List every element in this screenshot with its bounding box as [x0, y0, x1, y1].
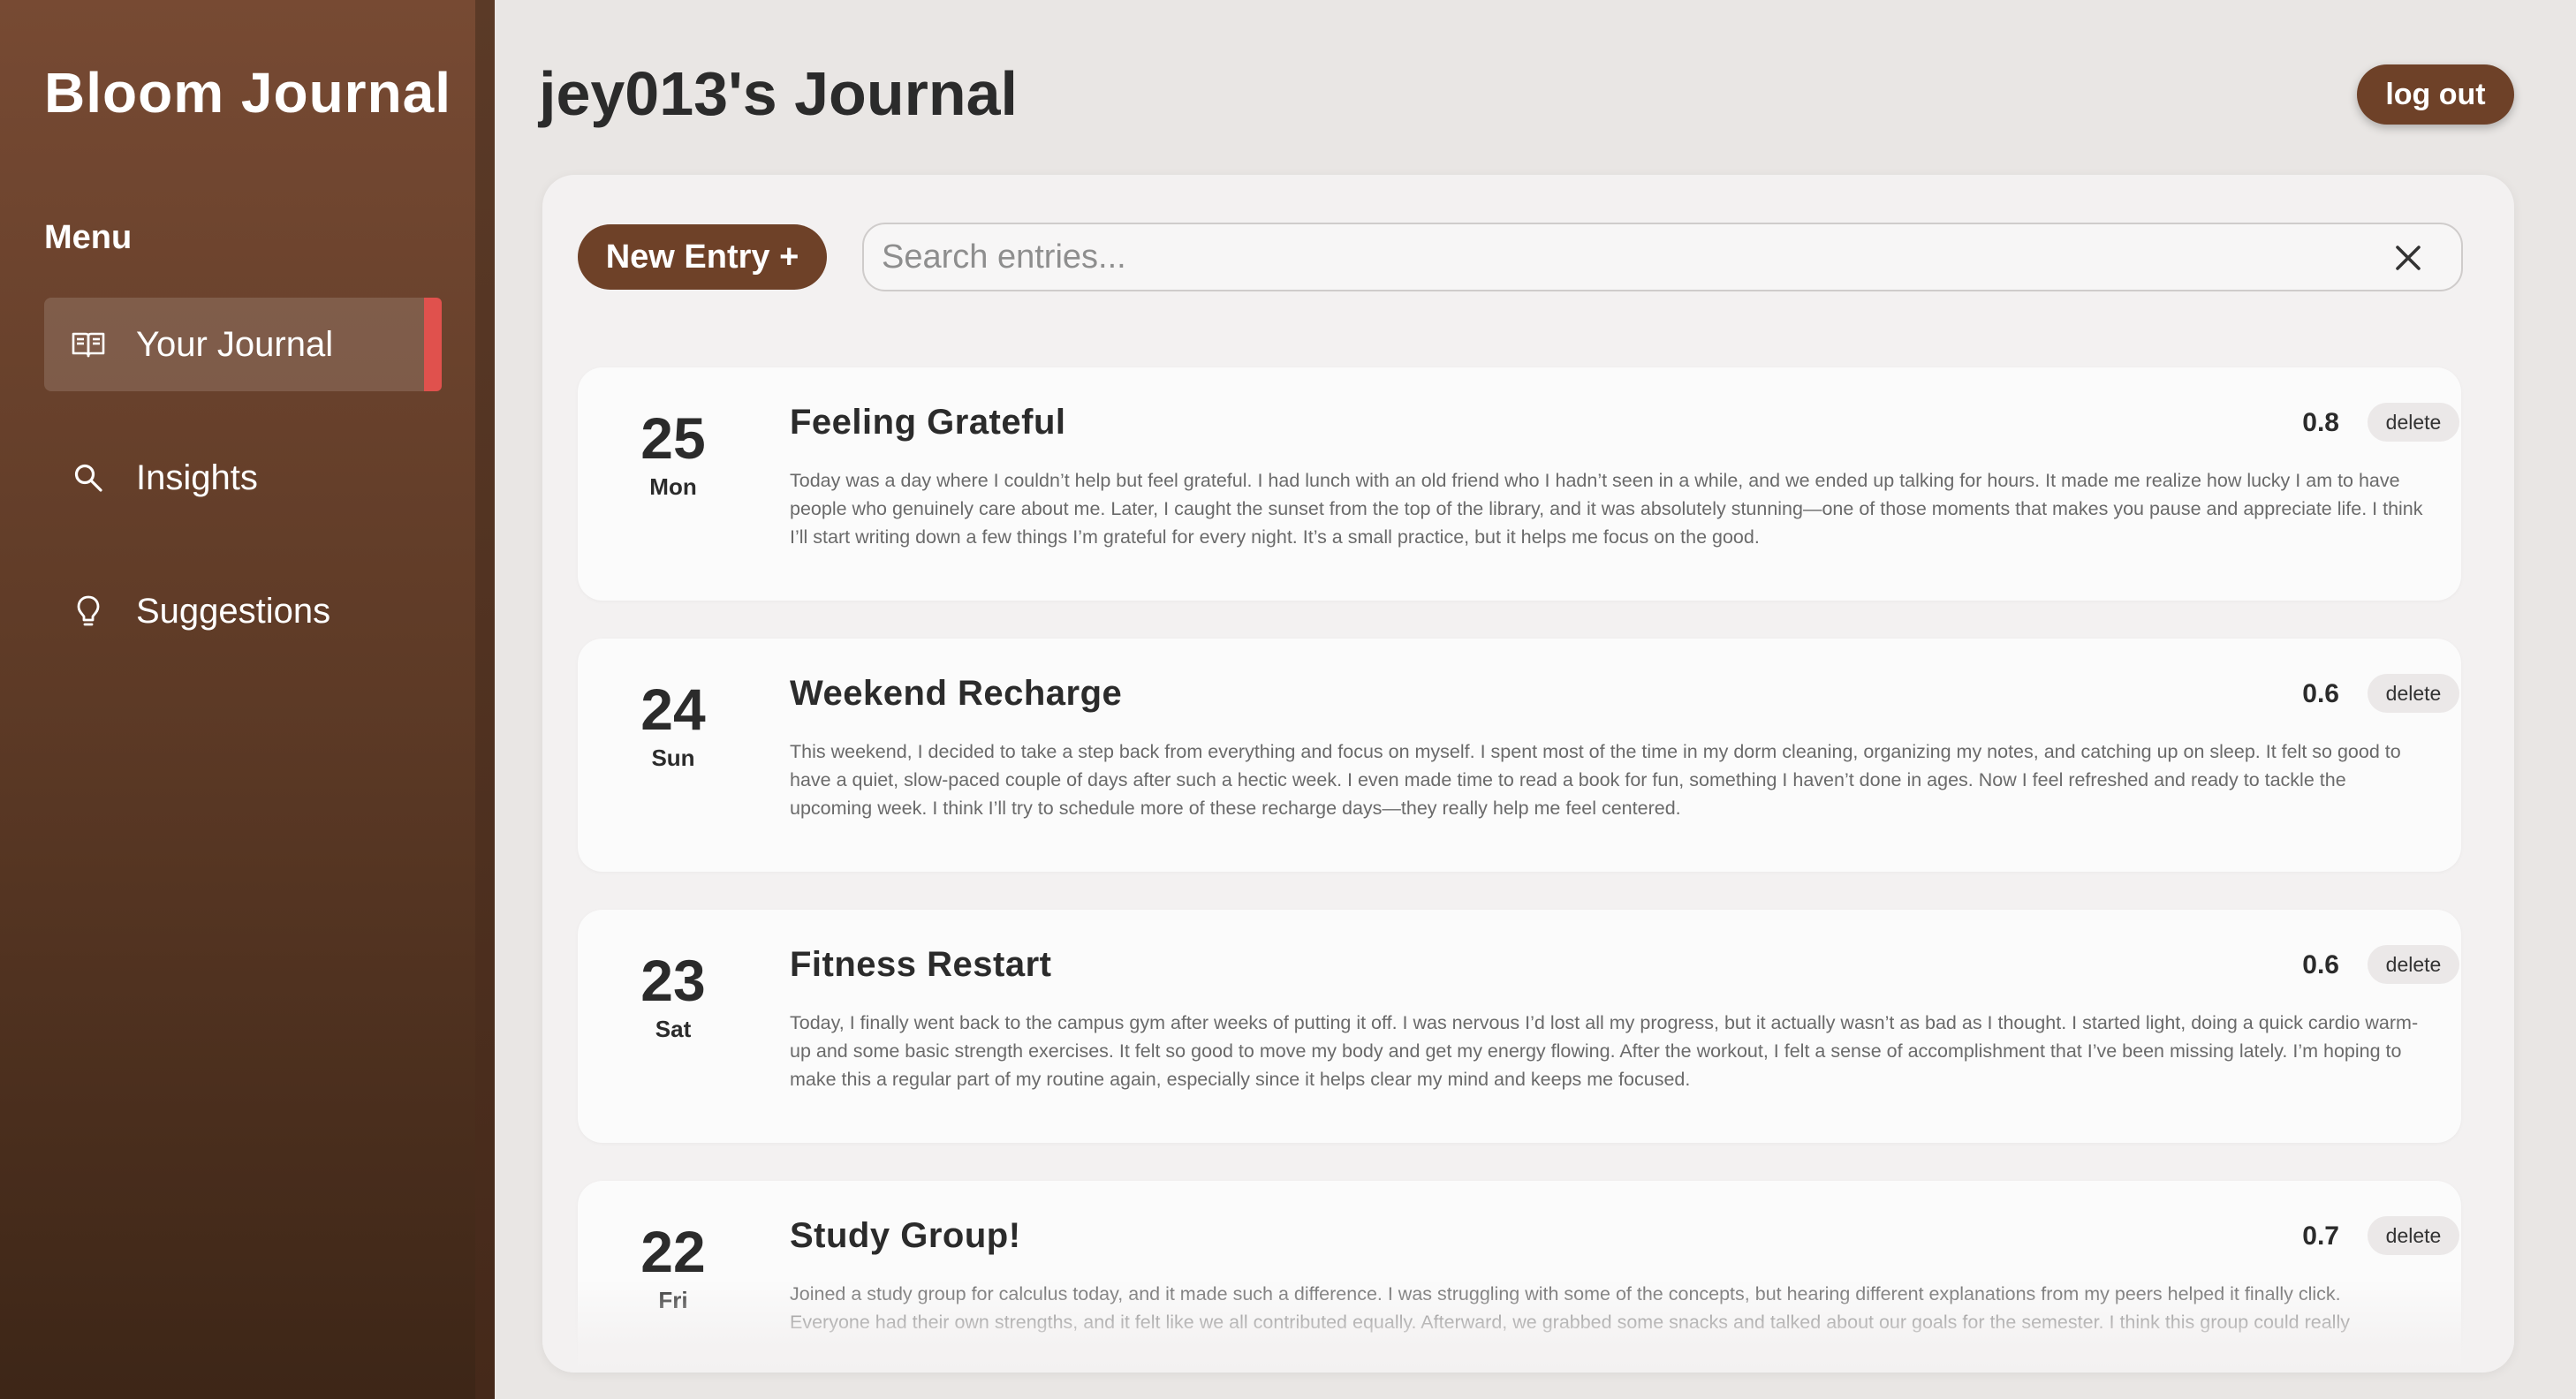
- entry-body: Today, I finally went back to the campus…: [790, 1012, 2419, 1090]
- entry-weekday: Sat: [655, 1016, 692, 1042]
- sidebar: Bloom Journal Menu Your Journal Insights: [0, 0, 475, 1399]
- entry-sentiment-score: 0.6: [2302, 679, 2339, 708]
- sidebar-item-label: Suggestions: [136, 591, 331, 631]
- entry-day-number: 24: [640, 677, 706, 742]
- search-box: [862, 223, 2463, 291]
- entry-body: Today was a day where I couldn’t help bu…: [790, 470, 2423, 548]
- delete-button[interactable]: delete: [2368, 945, 2459, 984]
- entry-day-number: 22: [640, 1219, 706, 1284]
- entry-weekday: Fri: [658, 1287, 688, 1313]
- journal-entry[interactable]: 24 Sun Weekend Recharge 0.6 delete This …: [578, 639, 2461, 872]
- sidebar-divider: [475, 0, 495, 1399]
- delete-button[interactable]: delete: [2368, 1216, 2459, 1255]
- entry-title: Fitness Restart: [790, 945, 1052, 984]
- sidebar-item-label: Your Journal: [136, 324, 334, 364]
- journal-entry[interactable]: 22 Fri Study Group! 0.7 delete Joined a …: [578, 1181, 2461, 1373]
- book-open-icon: [71, 327, 106, 362]
- entry-title: Feeling Grateful: [790, 403, 1066, 442]
- delete-button[interactable]: delete: [2368, 674, 2459, 713]
- search-icon: [71, 460, 106, 495]
- lightbulb-icon: [71, 594, 106, 629]
- entry-body: This weekend, I decided to take a step b…: [790, 741, 2401, 819]
- delete-button[interactable]: delete: [2368, 403, 2459, 442]
- entry-title: Weekend Recharge: [790, 674, 1123, 713]
- sidebar-item-your-journal[interactable]: Your Journal: [44, 298, 442, 391]
- brand-title: Bloom Journal: [44, 61, 452, 125]
- menu-heading: Menu: [44, 219, 133, 256]
- sidebar-item-insights[interactable]: Insights: [44, 431, 442, 525]
- journal-entry[interactable]: 23 Sat Fitness Restart 0.6 delete Today,…: [578, 910, 2461, 1143]
- sidebar-item-suggestions[interactable]: Suggestions: [44, 564, 442, 658]
- entry-weekday: Sun: [651, 745, 695, 771]
- entry-body: Joined a study group for calculus today,…: [790, 1283, 2350, 1333]
- entry-sentiment-score: 0.7: [2302, 1221, 2339, 1251]
- entry-sentiment-score: 0.6: [2302, 950, 2339, 979]
- entry-sentiment-score: 0.8: [2302, 408, 2339, 437]
- entry-day-number: 25: [640, 405, 706, 471]
- search-input[interactable]: [880, 224, 2382, 290]
- logout-button[interactable]: log out: [2357, 64, 2514, 125]
- close-icon[interactable]: [2390, 240, 2426, 276]
- entry-title: Study Group!: [790, 1216, 1021, 1255]
- journal-panel: New Entry + 25 Mon Feeling Grateful 0.8 …: [542, 175, 2514, 1373]
- sidebar-item-label: Insights: [136, 458, 258, 497]
- page-title: jey013's Journal: [539, 59, 1018, 128]
- entry-weekday: Mon: [649, 473, 697, 500]
- entry-day-number: 23: [640, 948, 706, 1013]
- journal-entry[interactable]: 25 Mon Feeling Grateful 0.8 delete Today…: [578, 367, 2461, 601]
- new-entry-button[interactable]: New Entry +: [578, 224, 827, 290]
